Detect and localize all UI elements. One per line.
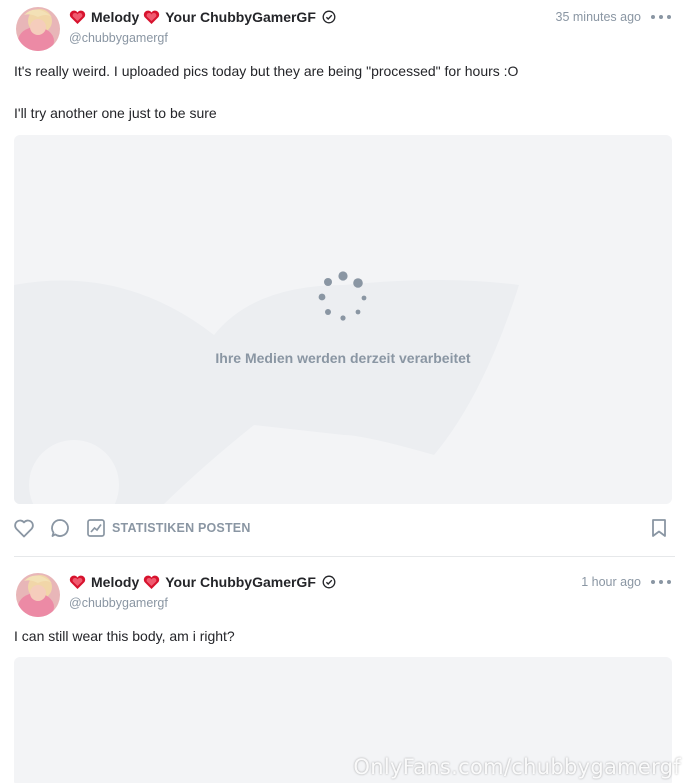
stats-chart-icon[interactable]	[86, 518, 106, 538]
post-card: Melody Your ChubbyGamerGF @chubbygamergf…	[0, 0, 689, 558]
sparkling-heart-icon	[69, 10, 86, 24]
bookmark-icon[interactable]	[647, 516, 671, 540]
stats-button-label[interactable]: STATISTIKEN POSTEN	[112, 521, 251, 535]
post-actions-bar: STATISTIKEN POSTEN	[0, 514, 689, 542]
watermark-text: OnlyFans.com/chubbygamergf	[353, 755, 681, 779]
processing-status-text: Ihre Medien werden derzeit verarbeitet	[215, 350, 471, 366]
post-text: It's really weird. I uploaded pics today…	[14, 63, 519, 79]
post-divider	[14, 556, 675, 557]
author-name-part1: Melody	[91, 574, 140, 590]
heart-outline-icon[interactable]	[12, 516, 36, 540]
author-name[interactable]: Melody Your ChubbyGamerGF	[69, 572, 336, 592]
more-options-button[interactable]	[651, 12, 671, 22]
author-handle[interactable]: @chubbygamergf	[69, 596, 168, 610]
post-time[interactable]: 35 minutes ago	[556, 10, 641, 24]
sparkling-heart-icon	[144, 575, 160, 589]
post-text: I'll try another one just to be sure	[14, 105, 217, 121]
author-name-part2: Your ChubbyGamerGF	[165, 574, 316, 590]
avatar[interactable]	[16, 7, 60, 51]
author-name[interactable]: Melody Your ChubbyGamerGF	[69, 7, 336, 27]
author-handle[interactable]: @chubbygamergf	[69, 31, 168, 45]
media-processing-placeholder: Ihre Medien werden derzeit verarbeitet	[14, 135, 672, 504]
post-time[interactable]: 1 hour ago	[581, 575, 641, 589]
author-name-part2: Your ChubbyGamerGF	[165, 9, 316, 25]
more-options-button[interactable]	[651, 577, 671, 587]
comment-bubble-icon[interactable]	[48, 516, 72, 540]
avatar[interactable]	[16, 573, 60, 617]
sparkling-heart-icon	[144, 10, 160, 24]
post-text: I can still wear this body, am i right?	[14, 628, 235, 644]
loading-spinner-icon	[318, 271, 367, 321]
author-name-part1: Melody	[91, 9, 140, 25]
verified-check-icon	[322, 575, 336, 589]
post-card: Melody Your ChubbyGamerGF @chubbygamergf…	[0, 558, 689, 783]
verified-check-icon	[322, 10, 336, 24]
sparkling-heart-icon	[69, 575, 86, 589]
